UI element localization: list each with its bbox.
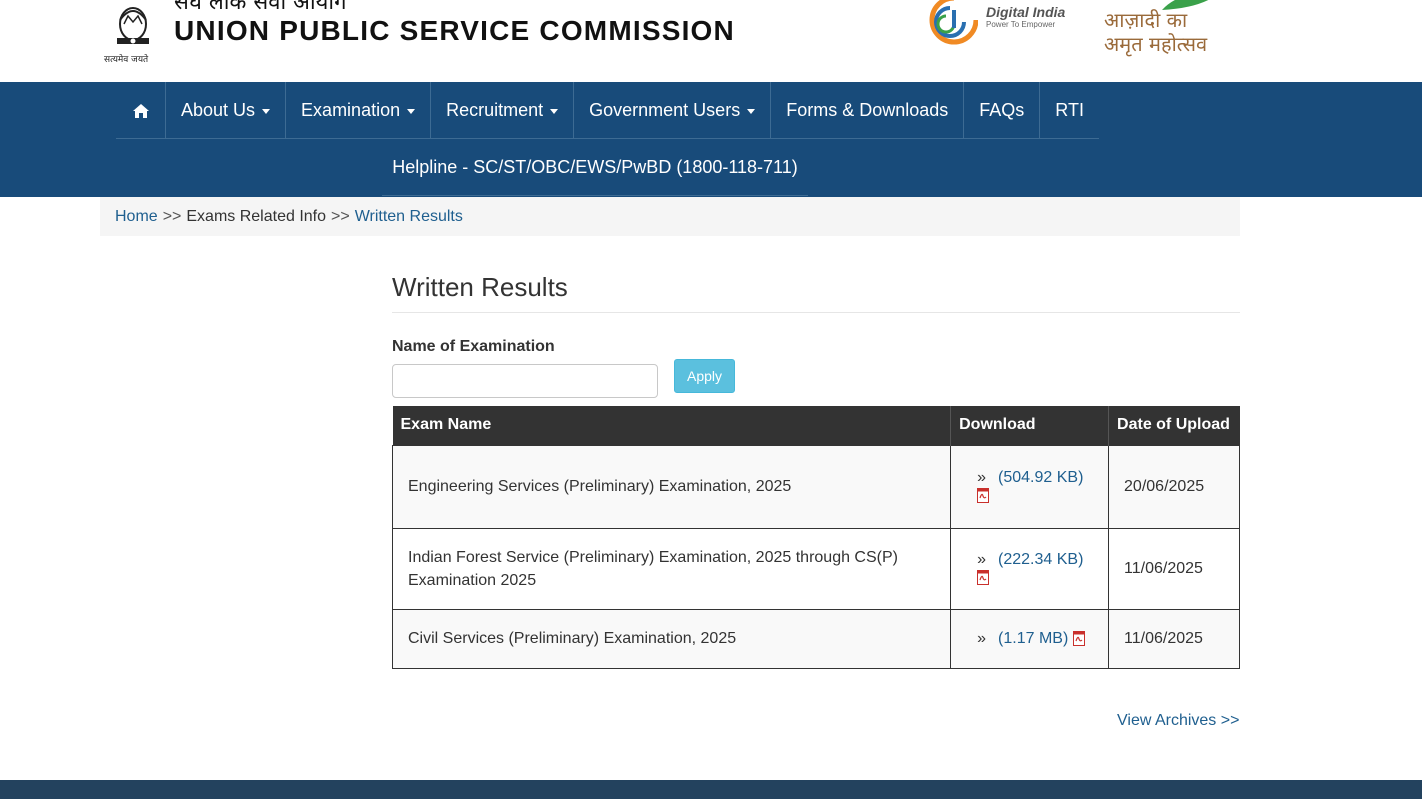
raquo-icon: » xyxy=(977,550,987,568)
breadcrumb-home-link[interactable]: Home xyxy=(115,208,158,226)
digital-india-logo-icon xyxy=(929,0,978,45)
breadcrumb-separator: >> xyxy=(162,207,182,225)
nav-item-faqs[interactable]: FAQs xyxy=(964,82,1041,139)
site-header: सत्यमेव जयते संघ लोक सेवा आयोग UNION PUB… xyxy=(0,0,1422,82)
digital-india-tagline: Power To Empower xyxy=(986,20,1056,29)
download-link[interactable]: (1.17 MB) xyxy=(998,630,1068,647)
header-date-of-upload: Date of Upload xyxy=(1108,406,1240,445)
home-icon xyxy=(132,103,149,118)
azadi-line1: आज़ादी का xyxy=(1104,8,1188,32)
date-cell: 11/06/2025 xyxy=(1108,527,1240,610)
nav-menu: About Us Examination Recruitment Governm… xyxy=(116,82,1099,139)
breadcrumb-separator: >> xyxy=(331,207,350,225)
pdf-icon[interactable] xyxy=(1072,630,1085,646)
site-footer xyxy=(0,780,1422,799)
org-title[interactable]: UNION PUBLIC SERVICE COMMISSION xyxy=(174,15,735,47)
exam-name-input[interactable] xyxy=(392,364,658,398)
exam-name-cell: Civil Services (Preliminary) Examination… xyxy=(391,608,952,669)
table-row: Engineering Services (Preliminary) Exami… xyxy=(391,444,1240,529)
table-row: Civil Services (Preliminary) Examination… xyxy=(391,608,1240,669)
raquo-icon: » xyxy=(977,629,987,647)
azadi-line2: अमृत महोत्सव xyxy=(1104,32,1208,56)
pdf-icon[interactable] xyxy=(977,487,990,503)
exam-name-cell: Engineering Services (Preliminary) Exami… xyxy=(391,444,952,529)
nav-label: Government Users xyxy=(589,100,741,120)
breadcrumb: Home >> Exams Related Info >> Written Re… xyxy=(100,197,1240,236)
pdf-icon[interactable] xyxy=(977,569,990,585)
download-cell: » (222.34 KB) xyxy=(950,527,1110,610)
header-download: Download xyxy=(950,406,1110,445)
date-cell: 20/06/2025 xyxy=(1108,444,1240,529)
caret-down-icon xyxy=(262,109,271,114)
nav-item-examination[interactable]: Examination xyxy=(286,82,432,139)
emblem-caption: सत्यमेव जयते xyxy=(104,55,149,65)
nav-label: About Us xyxy=(181,100,256,120)
caret-down-icon xyxy=(550,109,559,114)
nav-label: FAQs xyxy=(979,100,1025,120)
header-exam-name: Exam Name xyxy=(392,406,952,445)
hindi-title: संघ लोक सेवा आयोग xyxy=(174,0,347,15)
nav-item-recruitment[interactable]: Recruitment xyxy=(431,82,575,139)
nav-item-home[interactable] xyxy=(116,82,166,139)
download-cell: » (504.92 KB) xyxy=(950,444,1110,529)
nav-label: Recruitment xyxy=(446,100,544,120)
nav-item-about-us[interactable]: About Us xyxy=(166,82,287,139)
breadcrumb-exams-related-info: Exams Related Info xyxy=(186,207,326,225)
filter-label: Name of Examination xyxy=(392,338,555,355)
caret-down-icon xyxy=(407,109,416,114)
azadi-ka-amrit-mahotsav-logo: आज़ादी का अमृत महोत्सव xyxy=(1104,8,1207,56)
helpline-link[interactable]: Helpline - SC/ST/OBC/EWS/PwBD (1800-118-… xyxy=(382,139,808,196)
table-row: Indian Forest Service (Preliminary) Exam… xyxy=(391,527,1240,610)
digital-india-text: Digital India xyxy=(986,4,1066,20)
breadcrumb-written-results-link[interactable]: Written Results xyxy=(355,208,463,226)
exam-name-cell: Indian Forest Service (Preliminary) Exam… xyxy=(391,527,952,610)
nav-item-government-users[interactable]: Government Users xyxy=(574,82,772,139)
view-archives-link[interactable]: View Archives >> xyxy=(1117,712,1239,730)
download-cell: » (1.17 MB) xyxy=(950,608,1110,669)
nav-label: Forms & Downloads xyxy=(786,100,949,120)
nav-label: RTI xyxy=(1055,100,1084,120)
title-divider xyxy=(392,312,1240,313)
page-title: Written Results xyxy=(392,272,568,302)
main-navigation: About Us Examination Recruitment Governm… xyxy=(0,82,1422,197)
apply-button[interactable]: Apply xyxy=(674,359,735,393)
nav-label: Examination xyxy=(301,100,401,120)
nav-item-rti[interactable]: RTI xyxy=(1040,82,1099,139)
nav-item-forms-downloads[interactable]: Forms & Downloads xyxy=(771,82,965,139)
results-table: Exam Name Download Date of Upload Engine… xyxy=(391,406,1240,669)
raquo-icon: » xyxy=(977,468,987,486)
download-link[interactable]: (222.34 KB) xyxy=(998,551,1083,568)
caret-down-icon xyxy=(747,109,756,114)
download-link[interactable]: (504.92 KB) xyxy=(998,469,1083,486)
table-header-row: Exam Name Download Date of Upload xyxy=(392,406,1240,445)
date-cell: 11/06/2025 xyxy=(1108,608,1240,669)
